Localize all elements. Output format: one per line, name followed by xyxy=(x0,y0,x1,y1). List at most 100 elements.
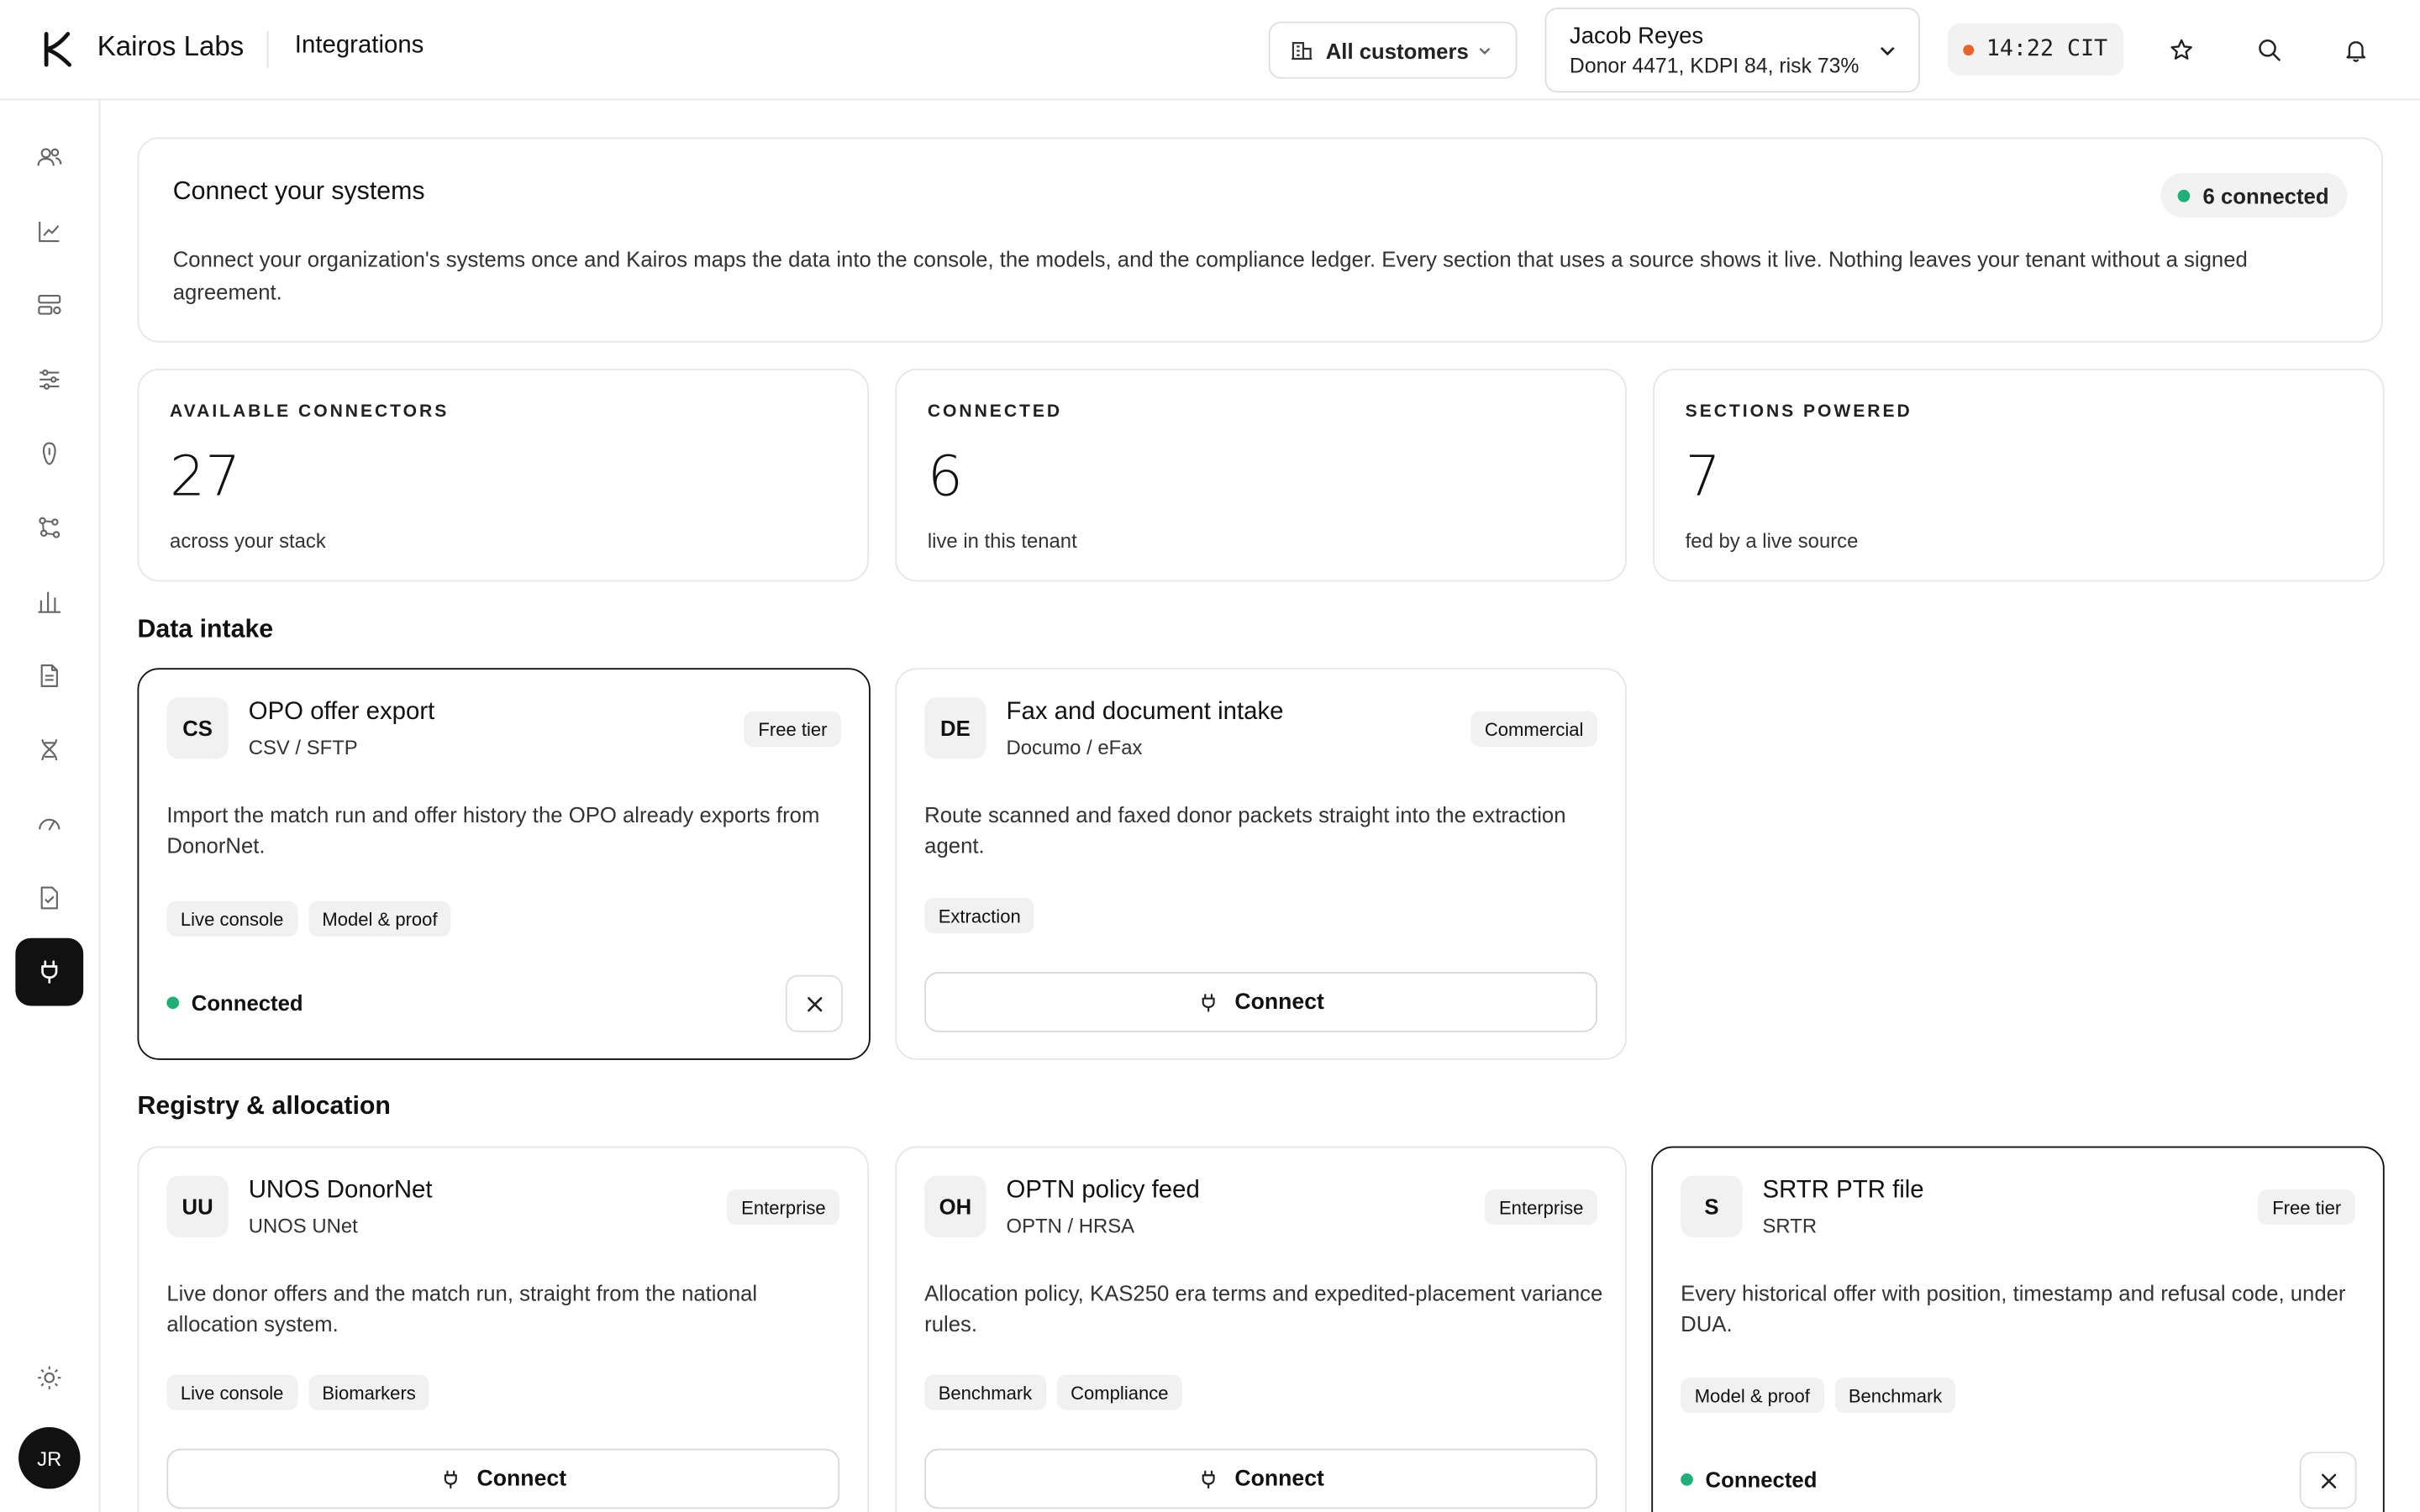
nav-documents[interactable] xyxy=(15,642,83,710)
sliders-icon xyxy=(39,369,60,390)
queue-icon xyxy=(38,295,61,315)
stat-card-available: AVAILABLE CONNECTORS 27 across your stac… xyxy=(137,368,870,582)
nav-network[interactable] xyxy=(15,494,83,562)
connector-badge: S xyxy=(1681,1175,1743,1238)
connector-name: OPO offer export xyxy=(248,699,435,726)
connector-card-optn[interactable]: OH OPTN policy feed OPTN / HRSA Enterpri… xyxy=(895,1146,1627,1512)
app-root: Kairos Labs Integrations All customers J… xyxy=(0,0,2420,1512)
stat-subtext: live in this tenant xyxy=(927,528,1077,553)
status-label: Connected xyxy=(1705,1467,1818,1493)
plug-icon xyxy=(1202,1469,1215,1488)
patient-meta: Donor 4471, KDPI 84, risk 73% xyxy=(1569,54,1860,77)
nav-theme-toggle[interactable] xyxy=(15,1344,83,1412)
nav-organ[interactable] xyxy=(15,420,83,488)
nav-integrations[interactable] xyxy=(15,937,84,1006)
tag-live-console: Live console xyxy=(166,1374,297,1410)
bar-chart-icon xyxy=(38,591,60,613)
connect-button[interactable]: Connect xyxy=(924,1448,1597,1509)
clock-time: 14:22 CIT xyxy=(1986,37,2108,62)
connector-vendor: UNOS UNet xyxy=(248,1214,358,1238)
plug-icon xyxy=(41,960,58,984)
nav-analytics[interactable] xyxy=(15,568,83,636)
connector-tags: Model & proof Benchmark xyxy=(1681,1378,1956,1414)
tag-benchmark: Benchmark xyxy=(1834,1378,1956,1414)
bell-icon[interactable] xyxy=(2337,31,2374,68)
connector-description: Route scanned and faxed donor packets st… xyxy=(924,802,1566,858)
nav-trends[interactable] xyxy=(15,197,83,265)
section-title-registry: Registry & allocation xyxy=(137,1092,391,1121)
header-divider xyxy=(266,30,269,68)
kidney-icon xyxy=(42,442,56,465)
connected-count-badge: 6 connected xyxy=(2160,172,2348,218)
connector-name: OPTN policy feed xyxy=(1006,1177,1200,1204)
dna-icon xyxy=(41,739,58,761)
tier-badge: Enterprise xyxy=(1485,1189,1597,1226)
connector-badge: OH xyxy=(924,1175,986,1238)
clock-badge: 14:22 CIT xyxy=(1947,23,2124,76)
connector-card-unos[interactable]: UU UNOS DonorNet UNOS UNet Enterprise Li… xyxy=(137,1146,870,1512)
chevron-down-icon xyxy=(1479,48,1491,55)
tag-extraction: Extraction xyxy=(924,897,1035,934)
disconnect-button[interactable] xyxy=(785,974,843,1032)
sun-icon xyxy=(38,1366,61,1389)
connection-status: Connected xyxy=(166,990,303,1016)
connect-button[interactable]: Connect xyxy=(166,1448,840,1509)
connected-dot xyxy=(1681,1473,1693,1486)
tag-compliance: Compliance xyxy=(1056,1374,1183,1410)
stat-value: 7 xyxy=(1685,445,1721,510)
kairos-logo-icon[interactable] xyxy=(37,29,77,70)
connector-tags: Live console Model & proof xyxy=(166,900,452,937)
nav-compliance[interactable] xyxy=(15,864,83,932)
star-icon[interactable] xyxy=(2162,31,2199,68)
tier-badge: Enterprise xyxy=(727,1189,840,1226)
users-icon xyxy=(37,148,62,166)
stat-label: CONNECTED xyxy=(927,402,1063,422)
connected-dot xyxy=(2178,188,2191,202)
intro-description: Connect your organization's systems once… xyxy=(172,246,2248,304)
checklist-icon xyxy=(40,886,58,910)
disconnect-button[interactable] xyxy=(2299,1452,2357,1509)
nav-genomics[interactable] xyxy=(15,716,83,784)
connector-badge: UU xyxy=(166,1175,229,1238)
customer-filter-dropdown[interactable]: All customers xyxy=(1268,21,1518,79)
connector-description: Allocation policy, KAS250 era terms and … xyxy=(924,1280,1603,1336)
user-avatar[interactable]: JR xyxy=(18,1426,81,1489)
stat-card-connected: CONNECTED 6 live in this tenant xyxy=(895,368,1627,582)
connect-button-label: Connect xyxy=(476,1466,567,1492)
connector-vendor: SRTR xyxy=(1762,1214,1818,1238)
tag-model-proof: Model & proof xyxy=(1681,1378,1824,1414)
nav-users[interactable] xyxy=(15,123,83,192)
brand-name: Kairos Labs xyxy=(97,30,245,62)
connection-status: Connected xyxy=(1681,1467,1817,1492)
connector-card-srtr[interactable]: S SRTR PTR file SRTR Free tier Every his… xyxy=(1651,1146,2385,1512)
tag-model-proof: Model & proof xyxy=(308,900,452,937)
connector-vendor: Documo / eFax xyxy=(1006,736,1143,759)
connect-button[interactable]: Connect xyxy=(924,972,1597,1032)
gauge-icon xyxy=(39,818,60,831)
connector-description: Every historical offer with position, ti… xyxy=(1681,1280,2346,1336)
connector-badge: CS xyxy=(166,697,229,759)
patient-selector[interactable]: Jacob Reyes Donor 4471, KDPI 84, risk 73… xyxy=(1544,8,1920,93)
document-icon xyxy=(40,664,58,687)
top-bar: Kairos Labs Integrations All customers J… xyxy=(0,0,2420,101)
customer-filter-label: All customers xyxy=(1325,37,1469,63)
connector-name: SRTR PTR file xyxy=(1762,1177,1924,1204)
nav-performance[interactable] xyxy=(15,790,83,858)
connector-card-fax[interactable]: DE Fax and document intake Documo / eFax… xyxy=(895,668,1627,1060)
intro-title: Connect your systems xyxy=(172,177,425,206)
connector-badge: DE xyxy=(924,697,986,759)
stat-subtext: fed by a live source xyxy=(1685,528,1859,553)
tag-live-console: Live console xyxy=(166,900,297,937)
nav-settings-sliders[interactable] xyxy=(15,345,83,413)
connected-count-label: 6 connected xyxy=(2202,182,2329,208)
nav-queue[interactable] xyxy=(15,271,83,339)
connected-dot xyxy=(166,996,180,1010)
close-icon xyxy=(807,996,822,1011)
connector-vendor: CSV / SFTP xyxy=(248,736,358,759)
connector-name: Fax and document intake xyxy=(1006,699,1284,726)
plug-icon xyxy=(1202,993,1215,1011)
connector-card-opo[interactable]: CS OPO offer export CSV / SFTP Free tier… xyxy=(137,668,871,1060)
search-icon[interactable] xyxy=(2250,31,2287,68)
network-icon xyxy=(39,517,60,538)
tier-badge: Free tier xyxy=(744,711,842,747)
